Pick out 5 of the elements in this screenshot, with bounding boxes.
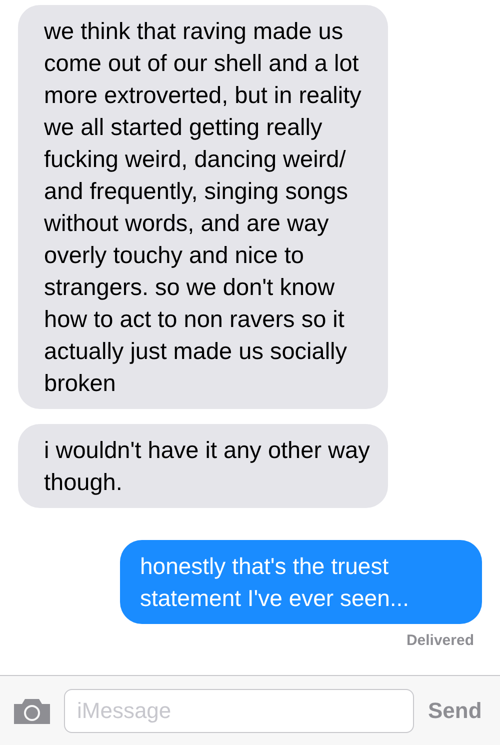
- delivery-status: Delivered: [406, 631, 474, 651]
- received-message-bubble: we think that raving made us come out of our shell and a lot more extroverted, but in reality we all started getting really fucking weird, dancing weird/ and frequently, singing songs without words, and are way overly touchy and nice to strangers. so we don't know how to act to non ravers so it actually just made us socially broken: [18, 5, 388, 409]
- message-input-field[interactable]: iMessage: [64, 688, 414, 732]
- sent-message-bubble: honestly that's the truest statement I've ever seen...: [120, 540, 482, 624]
- received-message-bubble: i wouldn't have it any other way though.: [18, 424, 388, 508]
